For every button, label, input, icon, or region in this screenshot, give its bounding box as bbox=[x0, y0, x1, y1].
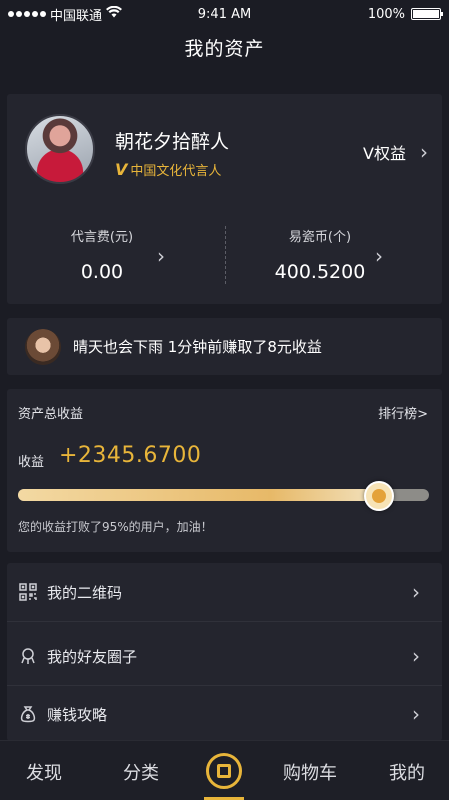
tab-discover[interactable]: 发现 bbox=[26, 759, 62, 785]
battery-icon bbox=[411, 8, 443, 20]
notice-text: 晴天也会下雨 1分钟前赚取了8元收益 bbox=[73, 338, 322, 356]
chevron-right-icon: › bbox=[375, 244, 383, 268]
qr-code-icon bbox=[19, 583, 37, 601]
tab-cart[interactable]: 购物车 bbox=[283, 759, 337, 785]
menu-item-label: 我的二维码 bbox=[47, 583, 123, 602]
menu-item-label: 我的好友圈子 bbox=[47, 647, 138, 666]
menu-list: 我的二维码 › 我的好友圈子 › 赚钱攻略 › bbox=[7, 563, 442, 741]
page-title: 我的资产 bbox=[184, 38, 265, 60]
signal-icon bbox=[8, 11, 46, 17]
stat-value: 400.5200 bbox=[274, 261, 366, 283]
stat-value: 0.00 bbox=[80, 261, 124, 283]
v-badge-icon: V bbox=[115, 160, 128, 179]
progress-thumb-icon bbox=[364, 481, 394, 511]
chevron-right-icon: › bbox=[412, 644, 420, 668]
chevron-right-icon: › bbox=[157, 244, 165, 268]
earnings-notice[interactable]: 晴天也会下雨 1分钟前赚取了8元收益 bbox=[7, 318, 442, 375]
tab-bar: 发现 分类 购物车 我的 bbox=[0, 740, 449, 800]
battery-percent: 100% bbox=[367, 6, 405, 22]
money-bag-icon bbox=[19, 705, 37, 723]
user-name: 朝花夕拾醉人 bbox=[115, 131, 230, 153]
title-badge-text: 中国文化代言人 bbox=[130, 164, 222, 179]
coin-icon[interactable] bbox=[206, 753, 242, 789]
menu-item-earning-guide[interactable]: 赚钱攻略 › bbox=[7, 685, 442, 743]
earnings-card: 资产总收益 排行榜> 收益 +2345.6700 您的收益打败了95%的用户，加… bbox=[7, 389, 442, 552]
wifi-icon bbox=[106, 5, 123, 22]
leaderboard-link[interactable]: 排行榜> bbox=[378, 403, 428, 422]
stat-label: 易瓷币(个) bbox=[288, 230, 352, 245]
endorsement-fee-stat[interactable]: 代言费(元) 0.00 bbox=[7, 226, 197, 283]
earnings-value: +2345.6700 bbox=[59, 443, 202, 468]
tab-mine[interactable]: 我的 bbox=[389, 759, 425, 785]
earnings-title: 资产总收益 bbox=[18, 407, 84, 422]
porcelain-coin-stat[interactable]: 易瓷币(个) 400.5200 bbox=[225, 226, 415, 283]
avatar[interactable] bbox=[25, 114, 95, 184]
profile-card: 朝花夕拾醉人 V 中国文化代言人 V权益 › 代言费(元) 0.00 › 易瓷币… bbox=[7, 94, 442, 304]
menu-item-qr-code[interactable]: 我的二维码 › bbox=[7, 563, 442, 621]
chevron-right-icon: › bbox=[412, 580, 420, 604]
vip-benefits-link[interactable]: V权益 › bbox=[363, 140, 428, 164]
menu-item-friends-circle[interactable]: 我的好友圈子 › bbox=[7, 627, 442, 685]
avatar bbox=[25, 328, 61, 365]
divider bbox=[7, 621, 442, 622]
tab-category[interactable]: 分类 bbox=[123, 759, 159, 785]
earnings-label: 收益 bbox=[18, 455, 45, 470]
status-bar: 中国联通 9:41 AM 100% bbox=[0, 0, 449, 28]
chevron-right-icon: › bbox=[412, 702, 420, 726]
carrier-name: 中国联通 bbox=[50, 8, 103, 24]
title-badge: V 中国文化代言人 bbox=[115, 160, 221, 179]
progress-fill bbox=[18, 489, 379, 501]
vip-benefits-label: V权益 bbox=[363, 144, 406, 163]
stat-label: 代言费(元) bbox=[70, 230, 134, 245]
menu-item-label: 赚钱攻略 bbox=[47, 705, 108, 724]
chevron-right-icon: › bbox=[420, 140, 428, 164]
friends-circle-icon bbox=[19, 647, 37, 665]
earnings-note: 您的收益打败了95%的用户，加油！ bbox=[18, 520, 213, 534]
